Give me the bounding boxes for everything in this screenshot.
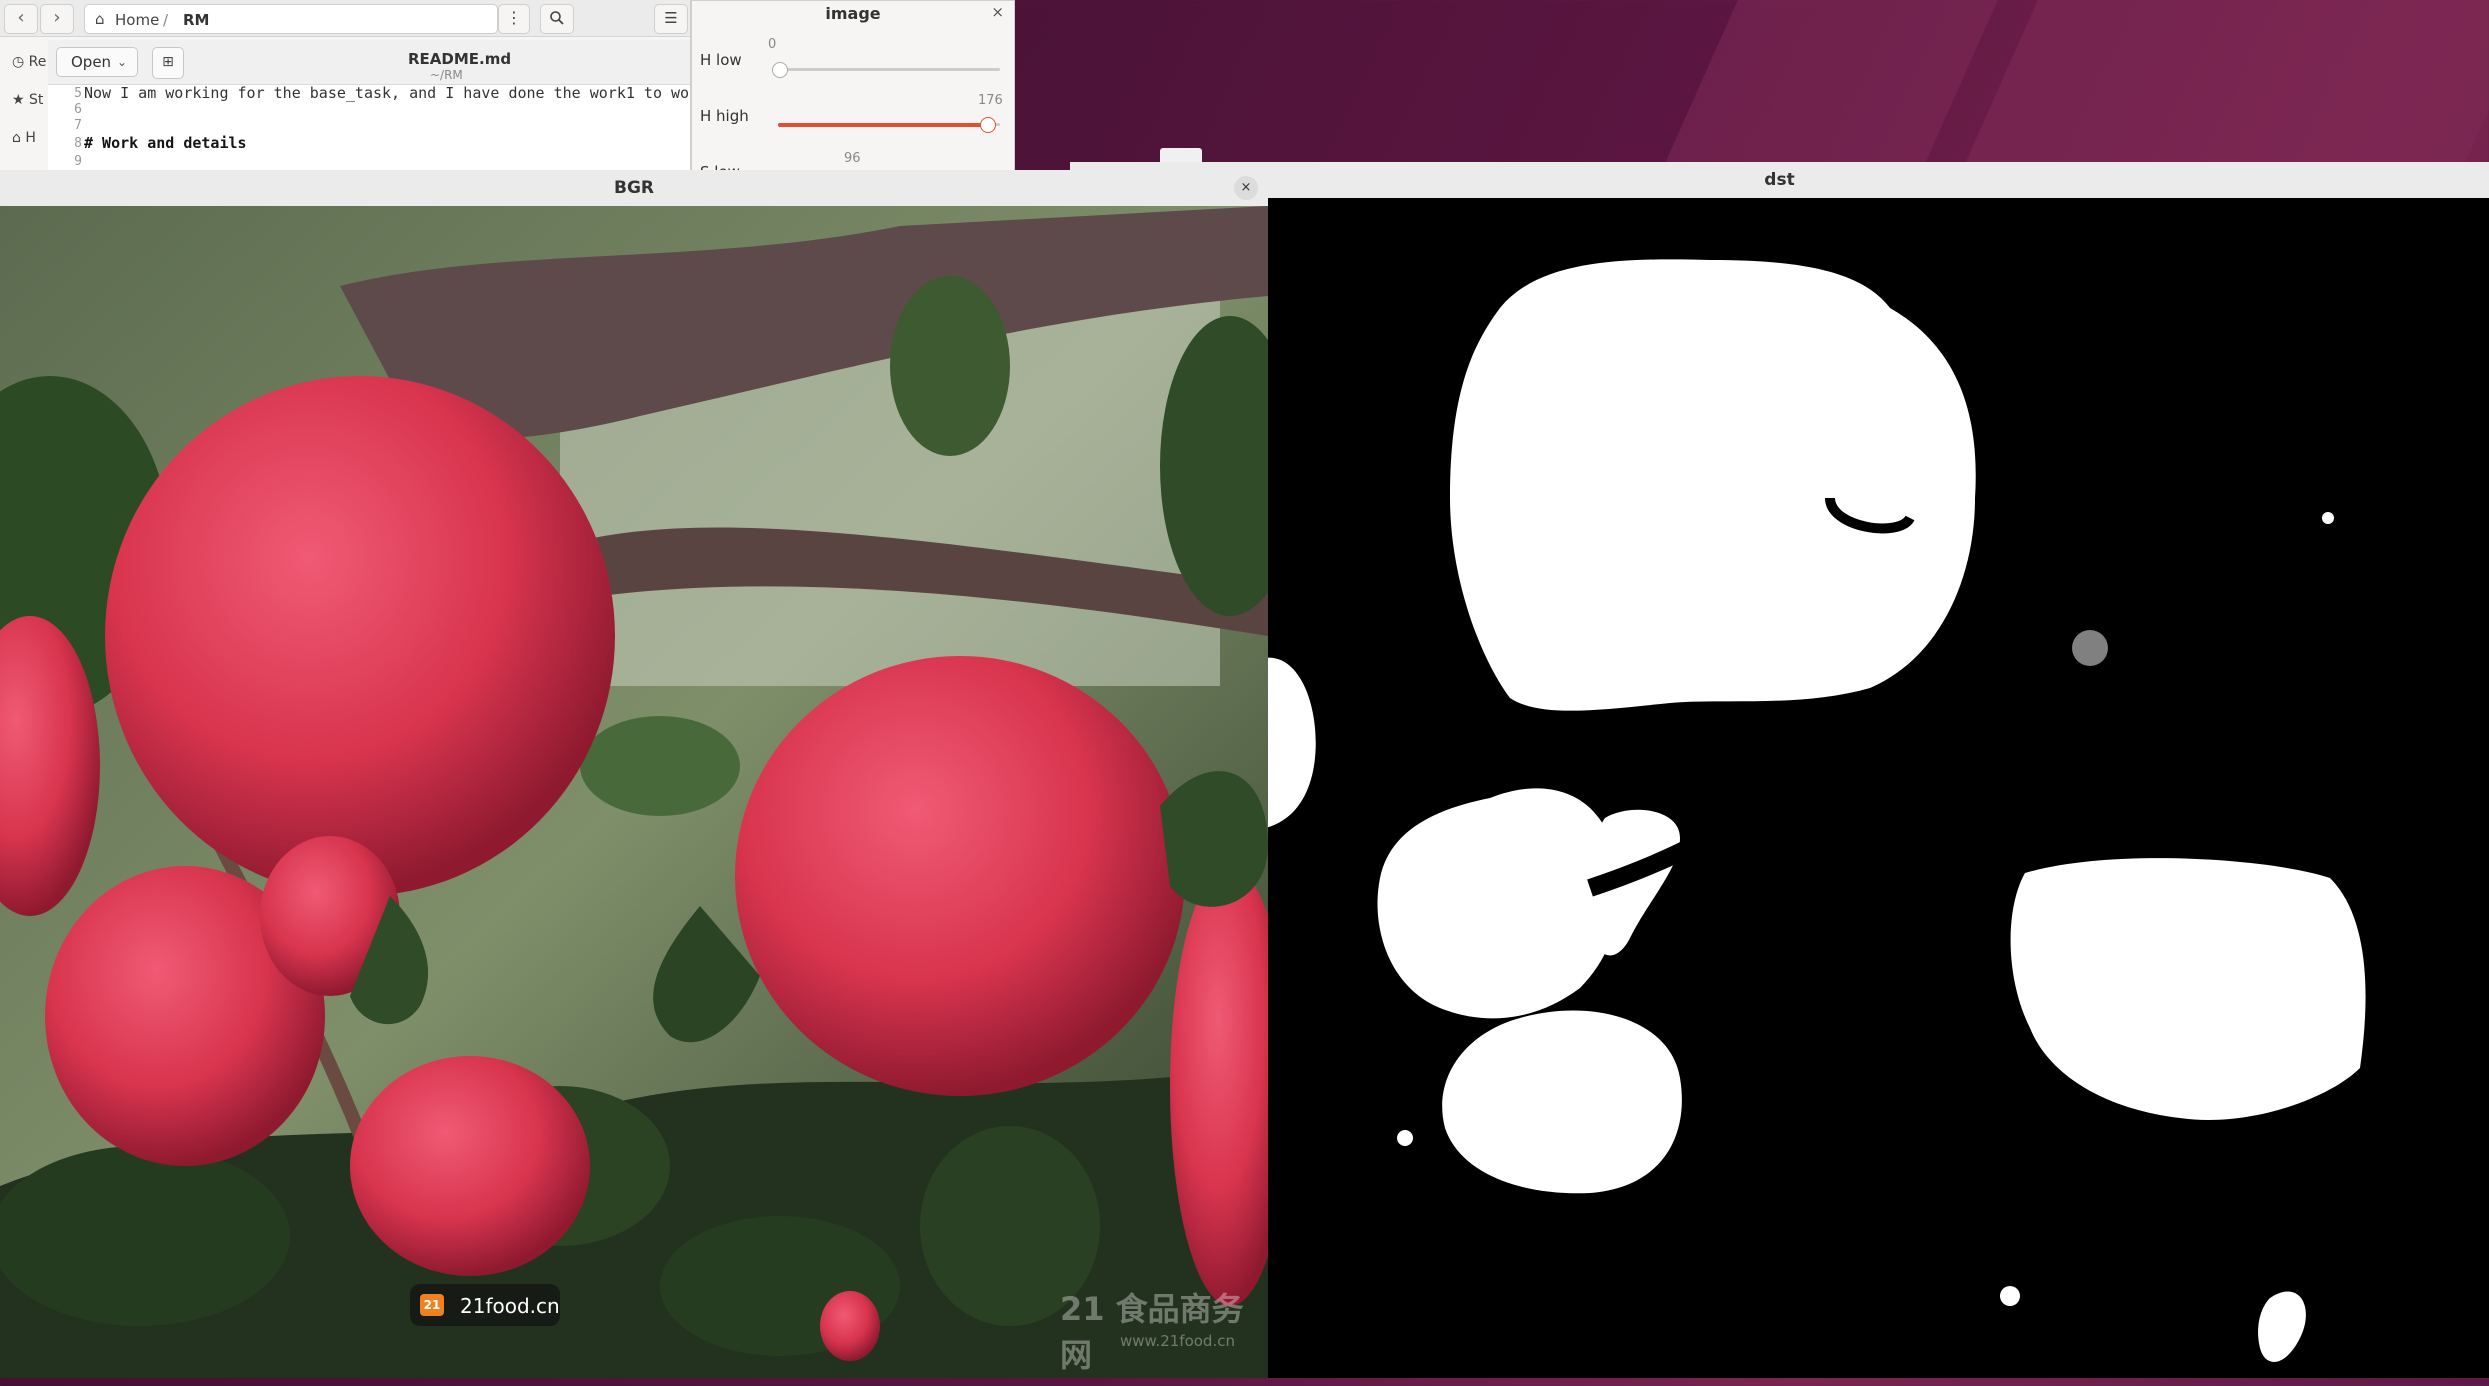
line-number: 8 <box>74 136 82 151</box>
sidebar-item-recent[interactable]: ◷ Re <box>12 54 46 70</box>
sidebar-item-starred[interactable]: ★ St <box>12 92 43 108</box>
file-manager-header: ‹ › ⌂ Home / RM ⋮ ☰ <box>0 0 690 37</box>
chevron-right-icon: › <box>53 7 61 28</box>
h-high-value: 176 <box>978 93 1003 108</box>
apple-tree-photo <box>0 206 1268 1378</box>
line-number: 6 <box>74 102 82 117</box>
editor-title: README.md <box>408 50 512 68</box>
watermark-logo: 21 <box>420 1294 444 1316</box>
path-current[interactable]: RM <box>183 11 209 29</box>
line-number: 7 <box>74 118 82 133</box>
line-number: 9 <box>74 154 82 169</box>
watermark-ghost-url: www.21food.cn <box>1120 1332 1235 1350</box>
path-bar[interactable]: ⌂ Home / RM <box>84 4 498 34</box>
star-icon: ★ <box>12 92 30 108</box>
view-button[interactable]: ☰ <box>654 4 688 34</box>
back-button[interactable]: ‹ <box>4 4 38 34</box>
dst-window-header: dst <box>1070 162 2489 199</box>
h-high-track-fill <box>778 123 988 127</box>
h-low-slider-handle[interactable] <box>772 62 788 78</box>
trackbar-window: image × 0 H low 176 H high 96 S low <box>691 0 1015 181</box>
home-icon: ⌂ <box>95 10 105 28</box>
sidebar-item-home[interactable]: ⌂ H <box>12 130 36 146</box>
watermark-text: 21food.cn <box>460 1294 560 1318</box>
s-low-value: 96 <box>844 151 861 166</box>
text-editor-window: Open ⌄ ⊞ README.md ~/RM 5 Now I am workin… <box>48 40 690 175</box>
dst-window: dst <box>1070 162 2489 1378</box>
h-high-slider-handle[interactable] <box>979 117 996 133</box>
new-tab-icon: ⊞ <box>162 54 174 70</box>
editor-header: Open ⌄ ⊞ README.md ~/RM <box>48 40 690 85</box>
home-icon: ⌂ <box>12 130 26 146</box>
list-view-icon: ☰ <box>664 9 678 27</box>
line-number: 5 <box>74 86 82 101</box>
threshold-mask-image <box>1070 198 2489 1378</box>
clock-icon: ◷ <box>12 54 29 70</box>
search-icon <box>550 11 564 25</box>
kebab-menu-button[interactable]: ⋮ <box>498 4 530 34</box>
bgr-window-title: BGR <box>613 178 654 198</box>
path-home[interactable]: Home <box>115 11 159 29</box>
watermark-badge: 21 21food.cn <box>410 1284 560 1326</box>
h-low-track[interactable] <box>772 68 1000 71</box>
h-low-value: 0 <box>768 37 777 52</box>
chevron-down-icon: ⌄ <box>116 55 127 69</box>
close-icon[interactable]: × <box>991 3 1004 21</box>
h-low-label: H low <box>700 51 742 69</box>
kebab-menu-icon: ⋮ <box>506 8 522 27</box>
forward-button[interactable]: › <box>40 4 74 34</box>
code-line: Now I am working for the base_task, and … <box>84 84 690 102</box>
watermark-ghost-text: 21 食品商务网 <box>1060 1290 1244 1374</box>
desktop-stripe <box>1962 0 2489 170</box>
open-button[interactable]: Open ⌄ <box>56 47 138 77</box>
h-high-label: H high <box>700 107 749 125</box>
code-line-heading: # Work and details <box>84 134 247 152</box>
editor-subtitle: ~/RM <box>430 68 463 82</box>
editor-text-area[interactable]: 5 Now I am working for the base_task, an… <box>48 84 690 175</box>
trackbar-window-title: image <box>825 4 881 23</box>
bgr-window: BGR × 21 21food.cn 21 食品商务网 www.21food.c… <box>0 170 1268 1378</box>
desktop-stripe <box>1662 0 1998 170</box>
close-button[interactable]: × <box>1234 176 1258 200</box>
close-icon: × <box>1240 180 1252 195</box>
chevron-left-icon: ‹ <box>17 7 25 28</box>
search-button[interactable] <box>540 4 574 34</box>
path-separator: / <box>163 11 169 29</box>
new-tab-button[interactable]: ⊞ <box>152 47 184 79</box>
bgr-window-header: BGR × <box>0 170 1268 207</box>
dst-window-title: dst <box>1764 170 1795 190</box>
